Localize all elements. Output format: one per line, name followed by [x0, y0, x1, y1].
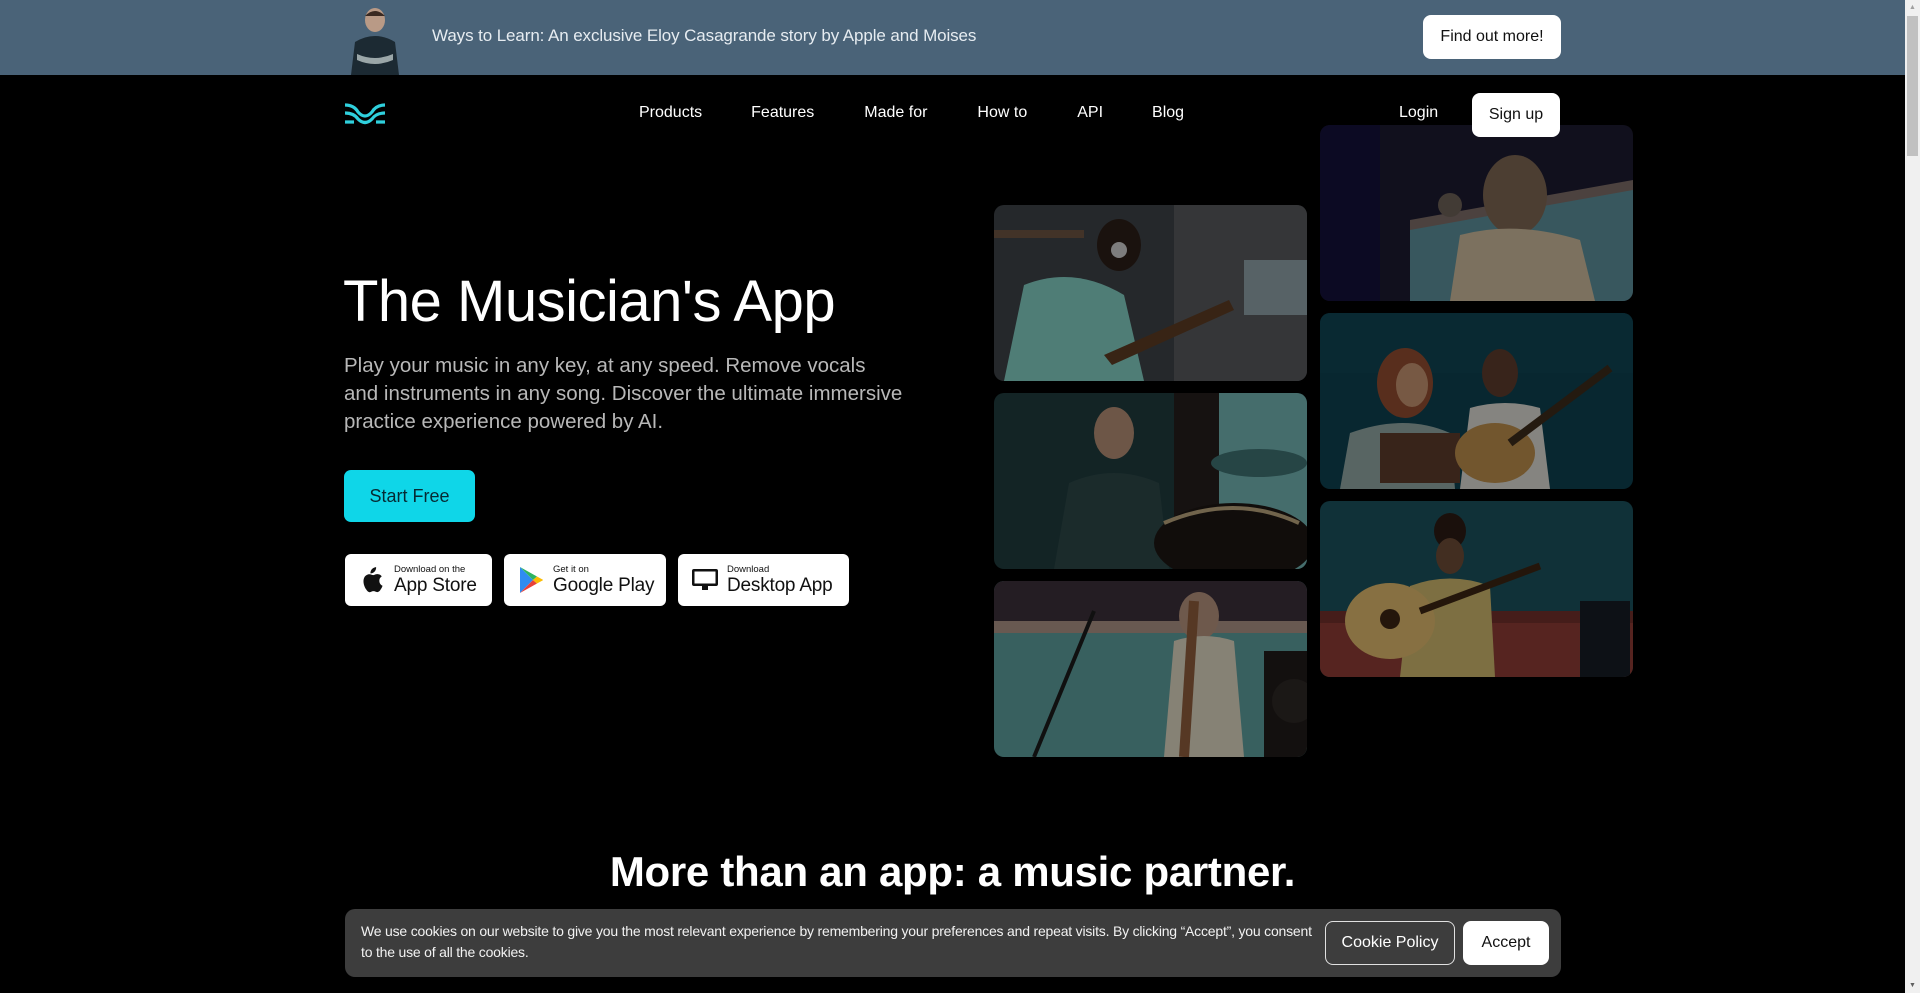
- hero-title: The Musician's App: [343, 269, 836, 334]
- hero-subtitle: Play your music in any key, at any speed…: [344, 354, 903, 433]
- photo-tile-duo: [1320, 313, 1633, 489]
- google-play-label: Google Play: [553, 574, 655, 596]
- google-play-icon: [517, 566, 545, 594]
- promo-text: Ways to Learn: An exclusive Eloy Casagra…: [432, 26, 977, 45]
- app-store-button[interactable]: Download on the App Store: [345, 554, 492, 606]
- nav-link-products[interactable]: Products: [639, 104, 702, 122]
- section-title: More than an app: a music partner.: [609, 848, 1296, 895]
- google-play-small-label: Get it on: [553, 564, 589, 576]
- desktop-monitor-icon: [691, 566, 719, 594]
- photo-tile-bassist: [994, 205, 1307, 381]
- scroll-up-arrow-icon[interactable]: ▲: [1905, 0, 1920, 15]
- app-store-label: App Store: [394, 574, 477, 596]
- desktop-app-label: Desktop App: [727, 574, 833, 596]
- promo-banner: Ways to Learn: An exclusive Eloy Casagra…: [0, 0, 1905, 75]
- nav-link-made-for[interactable]: Made for: [864, 104, 927, 122]
- scrollbar-thumb[interactable]: [1907, 16, 1918, 156]
- nav-link-blog[interactable]: Blog: [1152, 104, 1184, 122]
- promo-avatar-image: [345, 4, 405, 75]
- photo-tile-singer: [1320, 125, 1633, 301]
- photo-tile-acoustic-guitarist: [1320, 501, 1633, 677]
- sign-up-button[interactable]: Sign up: [1472, 93, 1560, 137]
- photo-tile-guitarist: [994, 581, 1307, 757]
- nav-link-features[interactable]: Features: [751, 104, 814, 122]
- scroll-down-arrow-icon[interactable]: ▼: [1905, 978, 1920, 993]
- start-free-button[interactable]: Start Free: [344, 470, 475, 522]
- app-store-small-label: Download on the: [394, 564, 466, 576]
- nav-links: Products Features Made for How to API Bl…: [639, 104, 1234, 122]
- cookie-policy-button[interactable]: Cookie Policy: [1325, 921, 1455, 965]
- cookie-text: We use cookies on our website to give yo…: [361, 923, 1312, 960]
- nav-link-api[interactable]: API: [1077, 104, 1103, 122]
- page-scrollbar[interactable]: ▲ ▼: [1905, 0, 1920, 993]
- apple-icon: [358, 566, 386, 594]
- accept-cookies-button[interactable]: Accept: [1463, 921, 1549, 965]
- cookie-banner: We use cookies on our website to give yo…: [345, 909, 1561, 977]
- desktop-app-small-label: Download: [727, 564, 770, 576]
- moises-logo-icon[interactable]: [344, 102, 386, 126]
- google-play-button[interactable]: Get it on Google Play: [504, 554, 666, 606]
- photo-tile-drummer: [994, 393, 1307, 569]
- desktop-app-button[interactable]: Download Desktop App: [678, 554, 849, 606]
- login-link[interactable]: Login: [1399, 104, 1438, 122]
- nav-link-how-to[interactable]: How to: [977, 104, 1027, 122]
- find-out-more-button[interactable]: Find out more!: [1423, 15, 1561, 59]
